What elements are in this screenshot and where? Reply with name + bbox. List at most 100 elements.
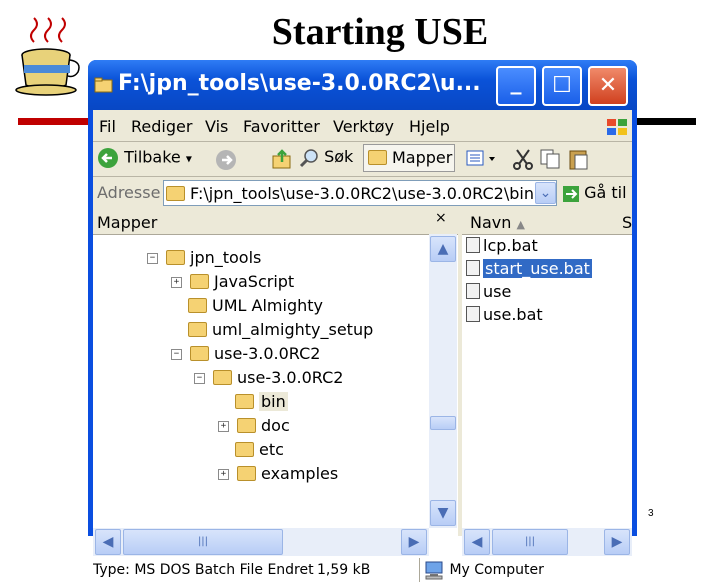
collapse-icon[interactable]: − — [171, 349, 182, 360]
window-titlebar[interactable]: F:\jpn_tools\use-3.0.0RC2\u... _ ☐ ✕ — [88, 60, 637, 110]
minimize-button[interactable]: _ — [496, 66, 536, 106]
menu-favorites[interactable]: Favoritter — [243, 117, 320, 136]
address-input[interactable]: F:\jpn_tools\use-3.0.0RC2\use-3.0.0RC2\b… — [163, 180, 557, 206]
search-button[interactable]: Søk — [299, 147, 353, 168]
search-button-label: Søk — [324, 147, 354, 166]
folders-panel-close-icon[interactable]: × — [435, 210, 447, 226]
go-arrow-icon — [563, 185, 579, 202]
tree-item-label: examples — [261, 464, 339, 483]
cut-icon[interactable] — [511, 148, 535, 170]
slide-title: Starting USE — [271, 11, 489, 53]
batch-file-icon — [466, 305, 480, 322]
folder-window-icon — [94, 77, 113, 93]
tree-item[interactable]: UML Almighty — [188, 296, 323, 318]
back-dropdown-icon[interactable]: ▾ — [186, 152, 192, 166]
window-title: F:\jpn_tools\use-3.0.0RC2\u... — [118, 71, 481, 96]
address-value: F:\jpn_tools\use-3.0.0RC2\use-3.0.0RC2\b… — [190, 184, 534, 203]
folders-button-label: Mapper — [392, 148, 453, 167]
column-header-second[interactable]: S — [622, 213, 632, 232]
menu-file[interactable]: Fil — [99, 117, 116, 136]
tree-item-label: use-3.0.0RC2 — [237, 368, 344, 387]
collapse-icon[interactable]: − — [194, 373, 205, 384]
tree-item-label: jpn_tools — [190, 248, 262, 267]
menu-help[interactable]: Hjelp — [409, 117, 450, 136]
address-folder-icon — [166, 186, 185, 201]
scroll-thumb[interactable] — [430, 416, 456, 430]
scroll-down-button[interactable]: ▼ — [430, 500, 456, 526]
files-horizontal-scrollbar[interactable]: ◀ ||| ▶ — [462, 528, 632, 556]
tree-item[interactable]: − jpn_tools — [147, 248, 261, 270]
folder-icon — [235, 442, 254, 457]
sort-ascending-icon: ▲ — [516, 218, 525, 231]
search-icon — [299, 148, 318, 167]
file-item[interactable]: use.bat — [466, 305, 543, 327]
file-item[interactable]: use — [466, 282, 511, 304]
file-item-selected[interactable]: start_use.bat — [466, 259, 592, 281]
tree-item-label: JavaScript — [214, 272, 295, 291]
batch-file-icon — [466, 236, 480, 253]
address-label: Adresse — [97, 183, 161, 202]
folder-icon — [213, 370, 232, 385]
page-number: 3 — [648, 508, 654, 519]
expand-icon[interactable]: + — [218, 469, 229, 480]
scroll-left-button[interactable]: ◀ — [95, 529, 121, 555]
toolbar-separator — [93, 176, 632, 177]
column-header-name[interactable]: Navn ▲ — [470, 213, 525, 232]
views-icon[interactable] — [465, 149, 499, 169]
expand-icon[interactable]: + — [218, 421, 229, 432]
menu-tools[interactable]: Verktøy — [333, 117, 394, 136]
status-type: Type: MS DOS Batch File Endret da — [93, 562, 315, 578]
menu-view[interactable]: Vis — [205, 117, 228, 136]
back-button[interactable]: Tilbake ▾ — [97, 147, 192, 169]
address-bar: Adresse F:\jpn_tools\use-3.0.0RC2\use-3.… — [93, 178, 632, 208]
statusbar: Type: MS DOS Batch File Endret da 1,59 k… — [93, 558, 632, 582]
maximize-button[interactable]: ☐ — [542, 66, 582, 106]
tree-item[interactable]: etc — [235, 440, 284, 462]
tree-item-label: doc — [261, 416, 290, 435]
folder-icon — [237, 466, 256, 481]
files-panel-header: Navn ▲ S — [462, 210, 632, 235]
tree-item[interactable]: + doc — [218, 416, 290, 438]
tree-item-label: uml_almighty_setup — [212, 320, 374, 339]
folder-icon — [368, 150, 387, 165]
status-location: My Computer — [423, 560, 544, 580]
files-panel: Navn ▲ S lcp.bat start_use.bat use use.b… — [462, 210, 632, 556]
scroll-up-button[interactable]: ▲ — [430, 236, 456, 262]
file-item[interactable]: lcp.bat — [466, 236, 538, 258]
scroll-thumb[interactable]: ||| — [492, 529, 568, 555]
forward-arrow-icon[interactable] — [215, 149, 237, 171]
scroll-thumb[interactable]: ||| — [123, 529, 283, 555]
tree-item-label: etc — [259, 440, 284, 459]
batch-file-icon — [466, 259, 480, 276]
copy-icon[interactable] — [539, 148, 563, 170]
file-item-label: lcp.bat — [483, 236, 538, 255]
tree-item[interactable]: + examples — [218, 464, 338, 486]
tree-item[interactable]: − use-3.0.0RC2 — [194, 368, 343, 390]
tree-item[interactable]: + JavaScript — [171, 272, 294, 294]
status-location-label: My Computer — [449, 562, 544, 578]
folders-horizontal-scrollbar[interactable]: ◀ ||| ▶ — [93, 528, 429, 556]
tree-item[interactable]: − use-3.0.0RC2 — [171, 344, 320, 366]
scroll-right-button[interactable]: ▶ — [604, 529, 630, 555]
paste-icon[interactable] — [567, 147, 591, 171]
up-folder-icon[interactable] — [271, 148, 293, 170]
folder-icon — [166, 250, 185, 265]
scroll-right-button[interactable]: ▶ — [401, 529, 427, 555]
folders-button[interactable]: Mapper — [363, 144, 455, 172]
menu-edit[interactable]: Rediger — [131, 117, 192, 136]
folder-icon — [237, 418, 256, 433]
window-client: Fil Rediger Vis Favoritter Verktøy Hjelp… — [93, 110, 632, 582]
folder-open-icon — [235, 394, 254, 409]
toolbar: Tilbake ▾ Søk Mapper — [93, 142, 632, 176]
tree-item-selected[interactable]: bin — [235, 392, 288, 414]
address-dropdown-button[interactable]: ⌄ — [535, 182, 556, 204]
column-header-name-label: Navn — [470, 213, 512, 232]
tree-item-label: bin — [259, 392, 288, 411]
scroll-left-button[interactable]: ◀ — [464, 529, 490, 555]
folders-vertical-scrollbar[interactable]: ▲ ▼ — [429, 234, 457, 528]
expand-icon[interactable]: + — [171, 277, 182, 288]
go-button[interactable]: Gå til — [563, 183, 627, 202]
close-button[interactable]: ✕ — [588, 66, 628, 106]
tree-item[interactable]: uml_almighty_setup — [188, 320, 373, 342]
collapse-icon[interactable]: − — [147, 253, 158, 264]
